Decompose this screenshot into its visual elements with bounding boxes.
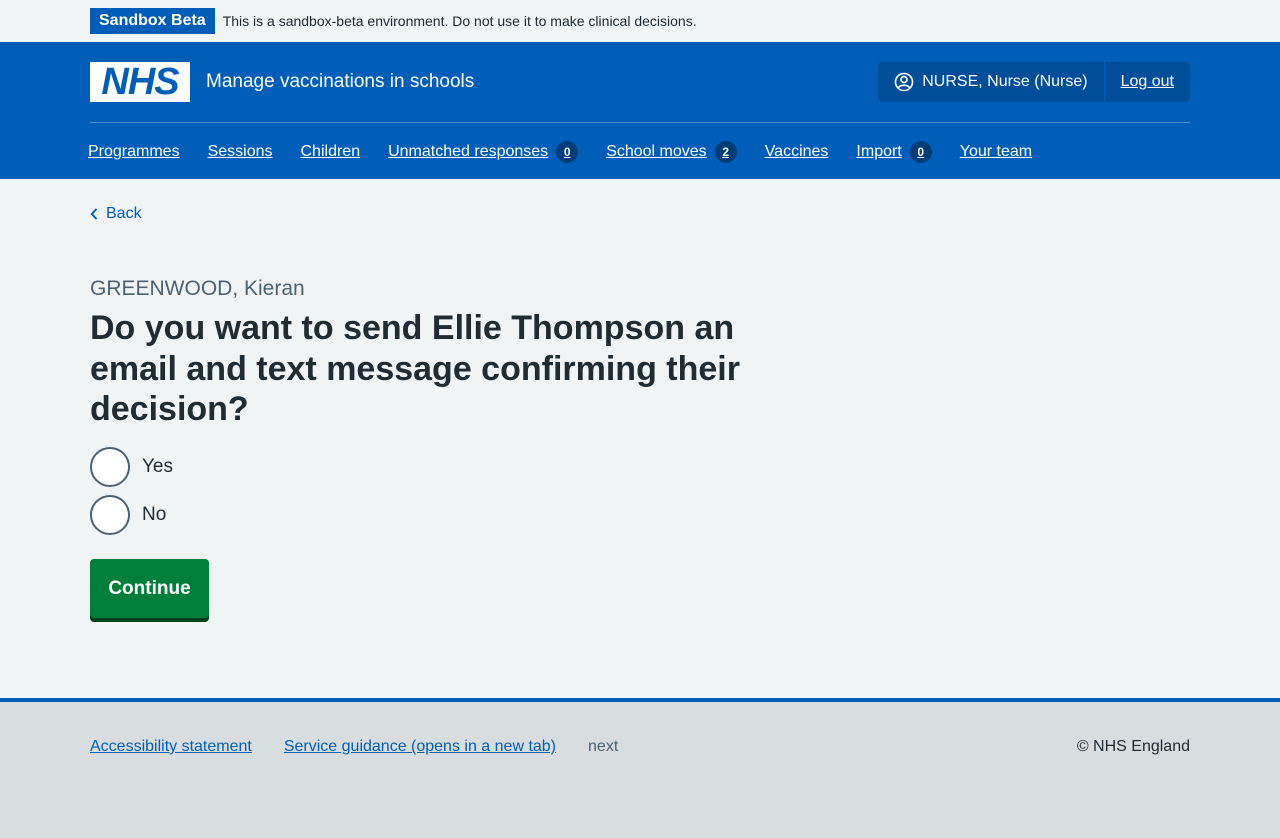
nav-item-import[interactable]: Import 0 xyxy=(856,140,932,164)
nav-item-unmatched-responses[interactable]: Unmatched responses 0 xyxy=(388,140,579,164)
radio-label-no[interactable]: No xyxy=(142,504,166,526)
continue-button[interactable]: Continue xyxy=(90,559,209,618)
copyright: © NHS England xyxy=(1076,738,1190,755)
nav-item-your-team[interactable]: Your team xyxy=(960,140,1032,164)
footer-links: Accessibility statement Service guidance… xyxy=(90,738,618,756)
radio-button-no[interactable] xyxy=(90,495,130,535)
chevron-left-icon xyxy=(90,208,98,220)
sandbox-banner: Sandbox Beta This is a sandbox-beta envi… xyxy=(0,0,1280,42)
service-name[interactable]: Manage vaccinations in schools xyxy=(206,71,474,93)
back-link-label: Back xyxy=(106,205,142,222)
nav-item-unmatched-label: Unmatched responses xyxy=(388,143,549,160)
account-user-label: NURSE, Nurse (Nurse) xyxy=(922,73,1088,90)
primary-navigation: Programmes Sessions Children Unmatched r… xyxy=(88,140,1060,164)
unmatched-count-badge: 0 xyxy=(556,141,579,163)
back-link[interactable]: Back xyxy=(90,205,142,223)
nav-item-school-moves[interactable]: School moves 2 xyxy=(606,140,737,164)
radio-label-yes[interactable]: Yes xyxy=(142,456,173,478)
version-label: next xyxy=(588,738,619,755)
accessibility-statement-link[interactable]: Accessibility statement xyxy=(90,738,252,756)
sandbox-notice: This is a sandbox-beta environment. Do n… xyxy=(222,13,697,29)
sandbox-tag: Sandbox Beta xyxy=(90,8,215,34)
service-guidance-link[interactable]: Service guidance (opens in a new tab) xyxy=(284,738,556,756)
nhs-logo[interactable]: NHS xyxy=(90,62,190,102)
nav-item-programmes[interactable]: Programmes xyxy=(88,140,180,164)
radio-button-yes[interactable] xyxy=(90,447,130,487)
nav-item-vaccines[interactable]: Vaccines xyxy=(765,140,829,164)
patient-name-caption: GREENWOOD, Kieran xyxy=(90,277,305,300)
page-title: Do you want to send Ellie Thompson an em… xyxy=(90,309,740,428)
school-moves-count-badge: 2 xyxy=(714,141,737,163)
nav-item-import-label: Import xyxy=(856,143,902,160)
site-footer: Accessibility statement Service guidance… xyxy=(0,698,1280,838)
nav-item-children[interactable]: Children xyxy=(301,140,361,164)
nav-item-sessions[interactable]: Sessions xyxy=(208,140,273,164)
radio-option-yes[interactable]: Yes xyxy=(90,447,173,487)
account-menu: NURSE, Nurse (Nurse) Log out xyxy=(878,62,1190,102)
import-count-badge: 0 xyxy=(909,141,932,163)
radio-option-no[interactable]: No xyxy=(90,495,166,535)
nav-item-school-moves-label: School moves xyxy=(606,143,707,160)
header-divider xyxy=(90,122,1190,123)
user-icon xyxy=(894,72,914,92)
logout-link[interactable]: Log out xyxy=(1105,62,1190,102)
site-header: NHS Manage vaccinations in schools NURSE… xyxy=(0,42,1280,179)
account-user: NURSE, Nurse (Nurse) xyxy=(878,62,1105,102)
nhs-logo-text: NHS xyxy=(101,61,179,103)
